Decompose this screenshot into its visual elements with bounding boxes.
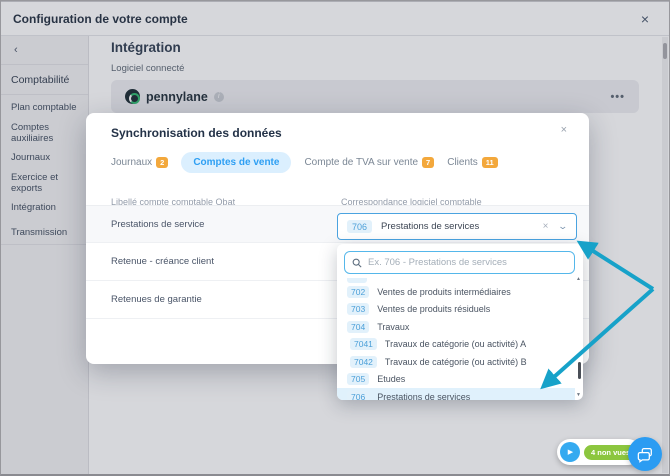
tab-compte-tva-vente[interactable]: Compte de TVA sur vente 7 [304, 157, 434, 168]
play-icon[interactable]: ▶ [560, 442, 580, 462]
option-704[interactable]: 704 Travaux [337, 318, 575, 336]
tab-comptes-de-vente[interactable]: Comptes de vente [181, 152, 291, 173]
tab-journaux-badge: 2 [156, 157, 168, 168]
option-7042[interactable]: 7042 Travaux de catégorie (ou activité) … [337, 353, 575, 371]
option-705[interactable]: 705 Etudes [337, 371, 575, 389]
row-label-retenues-garantie: Retenues de garantie [111, 294, 202, 305]
dropdown-search[interactable] [344, 251, 575, 274]
tab-clients[interactable]: Clients 11 [447, 157, 498, 168]
chat-icon [636, 445, 654, 463]
dropdown-scrollbar-thumb[interactable] [578, 362, 581, 379]
option-7041[interactable]: 7041 Travaux de catégorie (ou activité) … [337, 336, 575, 354]
tab-journaux[interactable]: Journaux 2 [111, 157, 168, 168]
selected-value: Prestations de services [381, 221, 479, 232]
selected-code-badge: 706 [347, 220, 372, 233]
modal-close-icon[interactable]: × [561, 124, 567, 136]
app-window: Configuration de votre compte × ‹ Compta… [0, 0, 670, 476]
clear-icon[interactable]: × [543, 221, 549, 232]
tab-clients-badge: 11 [482, 157, 498, 168]
dropdown-scroll-down-icon[interactable]: ▼ [576, 392, 581, 398]
option-703[interactable]: 703 Ventes de produits résiduels [337, 301, 575, 319]
search-input[interactable] [368, 257, 567, 268]
option-706[interactable]: 706 Prestations de services [337, 388, 575, 400]
options-list: 702 Ventes de produits intermédiaires 70… [337, 278, 575, 400]
modal-tabs: Journaux 2 Comptes de vente Compte de TV… [111, 152, 498, 173]
modal-title: Synchronisation des données [111, 126, 282, 140]
tab-tva-badge: 7 [422, 157, 434, 168]
account-dropdown: 702 Ventes de produits intermédiaires 70… [337, 244, 583, 400]
chat-button[interactable] [628, 437, 662, 471]
account-select[interactable]: 706 Prestations de services × ⌄ [337, 213, 577, 240]
search-icon [352, 258, 362, 268]
row-label-prestations: Prestations de service [111, 219, 204, 230]
row-label-retenue-creance: Retenue - créance client [111, 256, 214, 267]
dropdown-scroll-up-icon[interactable]: ▲ [576, 276, 581, 282]
option-702[interactable]: 702 Ventes de produits intermédiaires [337, 283, 575, 301]
chevron-down-icon[interactable]: ⌄ [558, 221, 569, 232]
